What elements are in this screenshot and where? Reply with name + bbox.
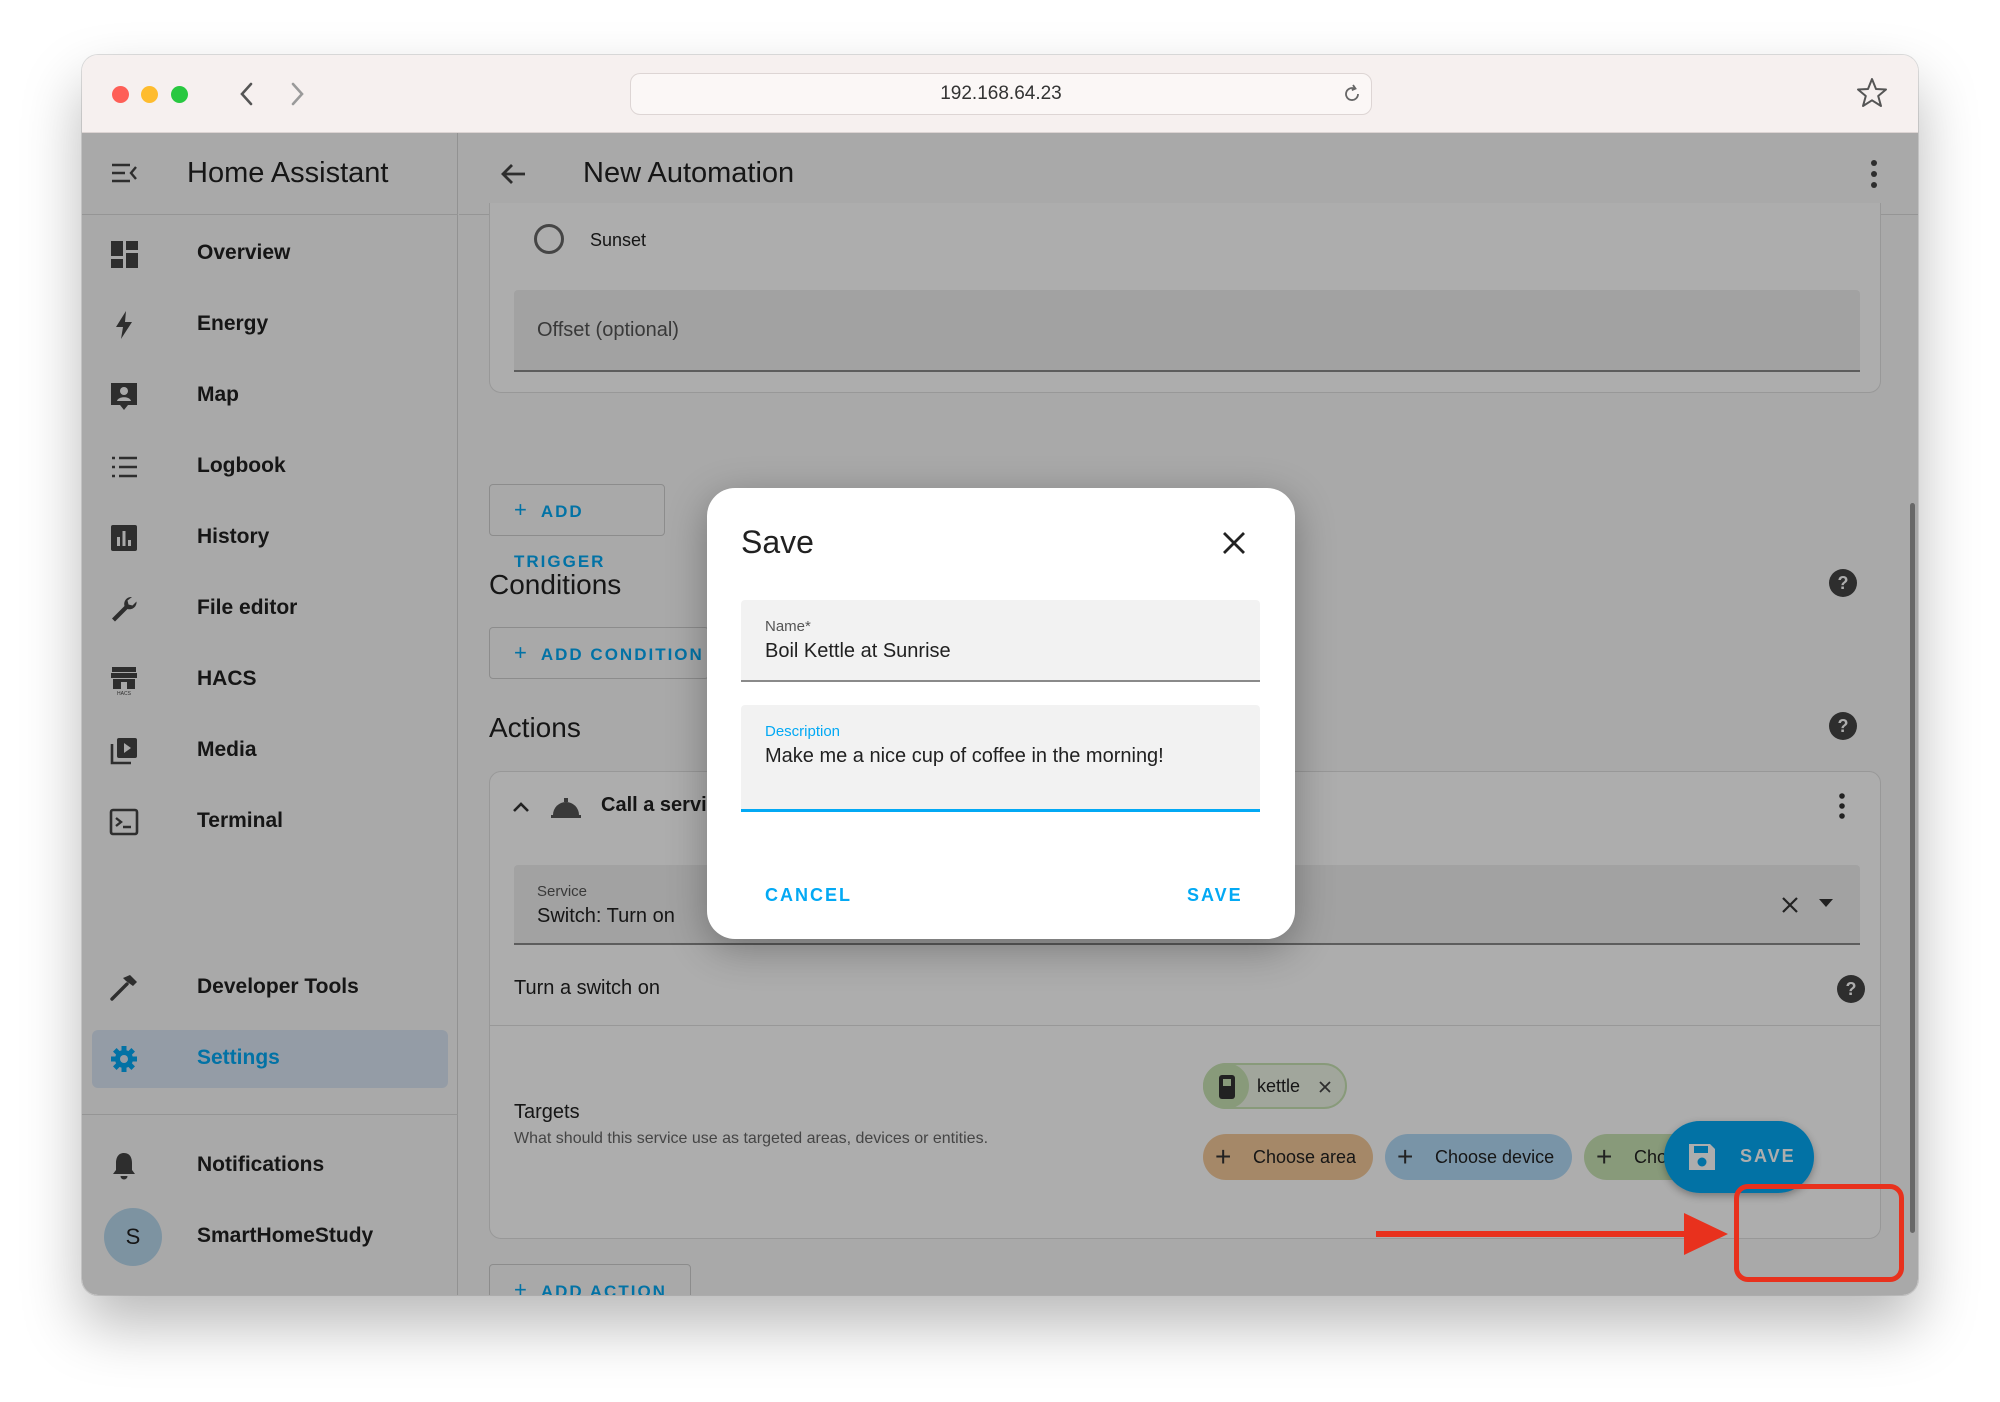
minimize-window-button[interactable]: [141, 86, 158, 103]
close-icon[interactable]: [1219, 528, 1249, 558]
name-label: Name*: [765, 618, 811, 635]
url-text: 192.168.64.23: [940, 83, 1062, 104]
close-window-button[interactable]: [112, 86, 129, 103]
maximize-window-button[interactable]: [171, 86, 188, 103]
save-fab-button[interactable]: SAVE: [1664, 1121, 1814, 1193]
fab-scrim: [1664, 1121, 1814, 1193]
browser-titlebar: 192.168.64.23: [82, 55, 1918, 133]
description-label: Description: [765, 723, 841, 740]
browser-forward-icon[interactable]: [282, 77, 312, 111]
dialog-title: Save: [741, 524, 814, 560]
bookmark-star-icon[interactable]: [1854, 75, 1890, 111]
reload-icon[interactable]: [1341, 83, 1363, 105]
description-field[interactable]: Description Make me a nice cup of coffee…: [741, 705, 1260, 812]
description-value: Make me a nice cup of coffee in the morn…: [765, 745, 1164, 767]
save-dialog: Save Name* Boil Kettle at Sunrise Descri…: [707, 488, 1295, 939]
name-field[interactable]: Name* Boil Kettle at Sunrise: [741, 600, 1260, 682]
annotation-arrow-head: [1684, 1213, 1728, 1255]
name-value: Boil Kettle at Sunrise: [765, 640, 951, 662]
browser-back-icon[interactable]: [232, 77, 262, 111]
annotation-arrow-line: [1376, 1231, 1696, 1237]
cancel-button[interactable]: CANCEL: [765, 885, 852, 906]
save-button[interactable]: SAVE: [1187, 885, 1243, 906]
annotation-highlight-box: [1734, 1184, 1904, 1282]
address-bar[interactable]: 192.168.64.23: [630, 73, 1372, 115]
